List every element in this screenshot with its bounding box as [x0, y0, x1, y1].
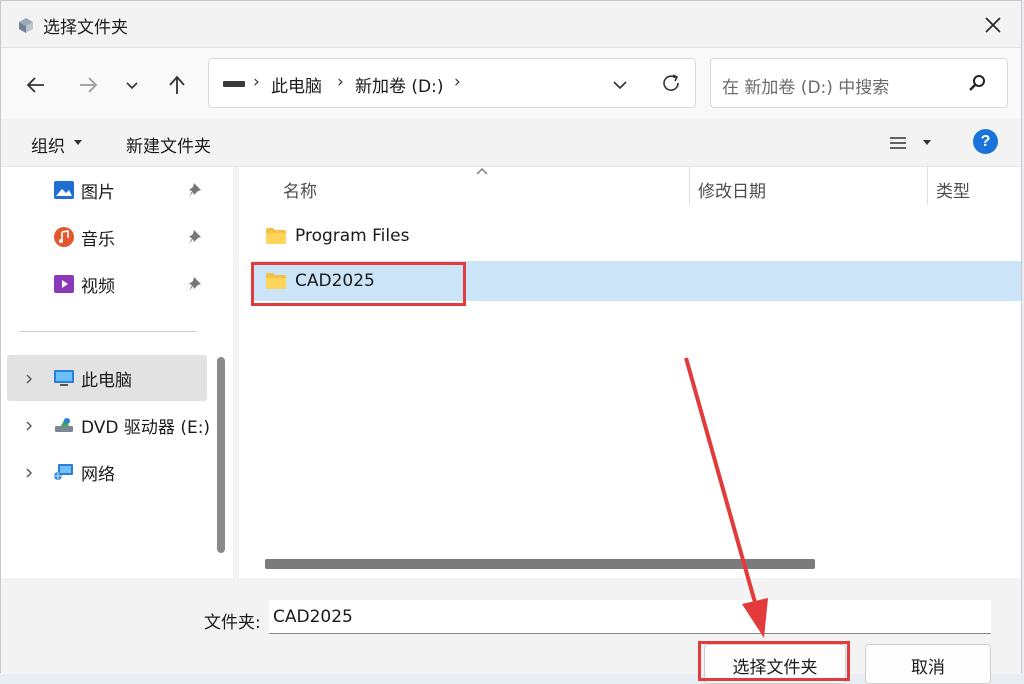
drive-icon	[223, 81, 245, 87]
chevron-down-icon	[126, 82, 138, 90]
close-icon	[985, 17, 1001, 33]
breadcrumb-this-pc[interactable]: 此电脑	[271, 72, 322, 97]
horizontal-scrollbar[interactable]	[265, 559, 815, 569]
breadcrumb-separator: ›	[253, 72, 260, 92]
network-icon	[53, 461, 75, 483]
sidebar-item-dvd-drive[interactable]: DVD 驱动器 (E:)	[53, 404, 210, 446]
cancel-button[interactable]: 取消	[865, 644, 991, 684]
window-title: 选择文件夹	[43, 18, 128, 38]
annotation-highlight-box	[251, 262, 466, 306]
arrow-left-icon	[26, 77, 44, 93]
title-bar: 选择文件夹	[1, 1, 1021, 47]
refresh-icon[interactable]	[659, 71, 683, 95]
sidebar-item-label: 此电脑	[81, 370, 132, 391]
sidebar-item-videos[interactable]: 视频	[53, 263, 115, 305]
breadcrumb-drive-d[interactable]: 新加卷 (D:)	[355, 72, 444, 97]
nav-divider	[19, 331, 197, 332]
dialog-footer: 文件夹: 选择文件夹 取消	[1, 578, 1021, 684]
list-item[interactable]: Program Files	[253, 216, 1021, 256]
file-list: 名称 修改日期 类型 Program Files CAD2025	[239, 167, 1021, 578]
arrow-up-icon	[169, 75, 185, 94]
pin-icon[interactable]	[187, 275, 205, 293]
folder-picker-icon	[19, 18, 33, 33]
column-header-type[interactable]: 类型	[936, 177, 970, 202]
search-icon[interactable]	[967, 73, 987, 93]
folder-name-input[interactable]	[269, 600, 991, 634]
navigation-pane: 图片 音乐 视频 此电脑 DVD 驱动器 (E:) 网络	[1, 167, 233, 578]
caret-down-icon	[74, 140, 82, 145]
command-bar: 组织 新建文件夹 ?	[1, 119, 1021, 167]
column-separator[interactable]	[689, 167, 690, 205]
breadcrumb-separator[interactable]: ›	[454, 72, 461, 92]
column-header-date-modified[interactable]: 修改日期	[698, 177, 766, 202]
sidebar-item-pictures[interactable]: 图片	[53, 169, 115, 211]
computer-icon	[53, 367, 75, 389]
chevron-right-icon[interactable]	[23, 467, 35, 479]
help-icon[interactable]: ?	[973, 129, 998, 154]
folder-icon	[266, 228, 286, 244]
back-button[interactable]	[19, 68, 53, 102]
chevron-right-icon[interactable]	[23, 373, 35, 385]
sidebar-item-music[interactable]: 音乐	[53, 216, 115, 258]
pictures-icon	[53, 179, 75, 201]
file-name: Program Files	[295, 226, 410, 246]
view-options-icon[interactable]	[888, 133, 910, 153]
navigation-bar: › 此电脑 › 新加卷 (D:) › 在 新加卷 (D:) 中搜索	[1, 47, 1021, 120]
new-folder-button[interactable]: 新建文件夹	[126, 132, 211, 157]
column-separator[interactable]	[927, 167, 928, 205]
sidebar-item-label: 视频	[81, 276, 115, 297]
address-bar[interactable]: › 此电脑 › 新加卷 (D:) ›	[208, 58, 696, 108]
folder-field-label: 文件夹:	[204, 613, 261, 633]
sidebar-item-this-pc[interactable]: 此电脑	[53, 357, 132, 399]
sidebar-item-label: 音乐	[81, 229, 115, 250]
sidebar-item-label: DVD 驱动器 (E:)	[81, 417, 211, 438]
music-icon	[53, 226, 75, 248]
breadcrumb-separator: ›	[337, 72, 344, 92]
column-header-name[interactable]: 名称	[283, 177, 317, 202]
nav-scrollbar[interactable]	[217, 357, 225, 553]
search-input[interactable]: 在 新加卷 (D:) 中搜索	[722, 73, 889, 98]
sort-ascending-icon	[476, 168, 488, 175]
organize-button[interactable]: 组织	[31, 132, 65, 157]
folder-picker-dialog: 选择文件夹 › 此电脑 › 新加卷 (D:) › 在 新加卷 (D:) 中搜索 …	[0, 0, 1022, 684]
sidebar-item-network[interactable]: 网络	[53, 451, 115, 493]
sidebar-item-label: 图片	[81, 182, 115, 203]
chevron-down-icon[interactable]	[609, 73, 631, 95]
sidebar-item-label: 网络	[81, 464, 115, 485]
pin-icon[interactable]	[187, 181, 205, 199]
pin-icon[interactable]	[187, 228, 205, 246]
videos-icon	[53, 273, 75, 295]
close-button[interactable]	[975, 7, 1011, 43]
forward-button[interactable]	[71, 68, 105, 102]
annotation-highlight-box	[698, 641, 850, 681]
recent-locations-button[interactable]	[115, 68, 149, 102]
search-box[interactable]: 在 新加卷 (D:) 中搜索	[710, 58, 1008, 108]
chevron-right-icon[interactable]	[23, 420, 35, 432]
up-button[interactable]	[160, 68, 194, 102]
dvd-drive-icon	[53, 414, 75, 436]
arrow-right-icon	[80, 77, 98, 93]
caret-down-icon[interactable]	[923, 140, 931, 145]
